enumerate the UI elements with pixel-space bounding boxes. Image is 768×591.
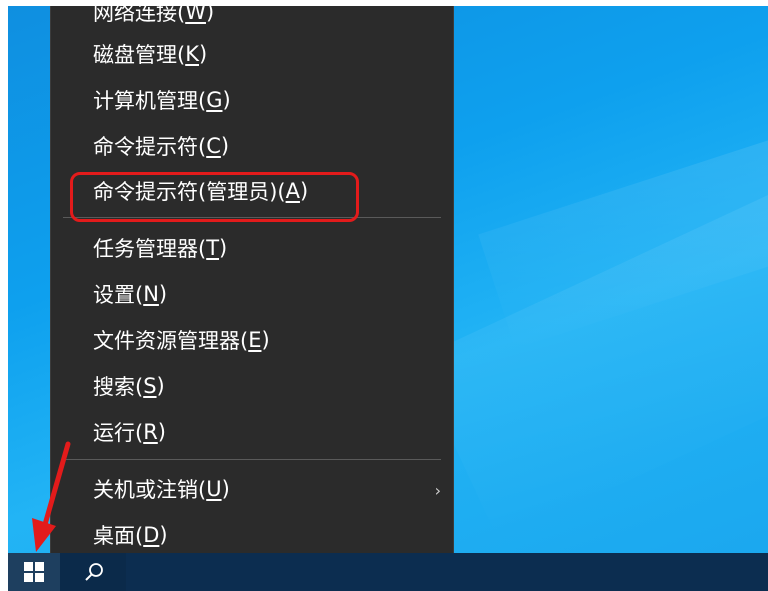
menu-item-settings[interactable]: 设置(N) (51, 274, 453, 314)
chevron-right-icon: › (434, 481, 441, 500)
winx-context-menu: 网络连接(W) 磁盘管理(K) 计算机管理(G) 命令提示符(C) 命令提示符(… (50, 6, 454, 559)
menu-item-command-prompt[interactable]: 命令提示符(C) (51, 126, 453, 166)
desktop-background: 网络连接(W) 磁盘管理(K) 计算机管理(G) 命令提示符(C) 命令提示符(… (8, 6, 768, 591)
menu-item-run[interactable]: 运行(R) (51, 412, 453, 452)
menu-item-search[interactable]: 搜索(S) (51, 366, 453, 406)
menu-item-shutdown-or-signout[interactable]: 关机或注销(U) › (51, 469, 453, 509)
menu-item-desktop[interactable]: 桌面(D) (51, 515, 453, 555)
menu-item-disk-management[interactable]: 磁盘管理(K) (51, 34, 453, 74)
red-highlight-annotation (70, 172, 359, 222)
taskbar-empty-area (126, 553, 768, 591)
menu-item-file-explorer[interactable]: 文件资源管理器(E) (51, 320, 453, 360)
menu-separator (63, 459, 441, 460)
menu-item-computer-management[interactable]: 计算机管理(G) (51, 80, 453, 120)
search-icon (85, 563, 103, 581)
screenshot-frame: 网络连接(W) 磁盘管理(K) 计算机管理(G) 命令提示符(C) 命令提示符(… (0, 0, 768, 591)
taskbar (8, 553, 768, 591)
menu-item-task-manager[interactable]: 任务管理器(T) (51, 228, 453, 268)
windows-logo-icon (24, 562, 44, 582)
red-arrow-annotation (32, 441, 71, 552)
menu-item-network-connections[interactable]: 网络连接(W) (51, 6, 453, 32)
